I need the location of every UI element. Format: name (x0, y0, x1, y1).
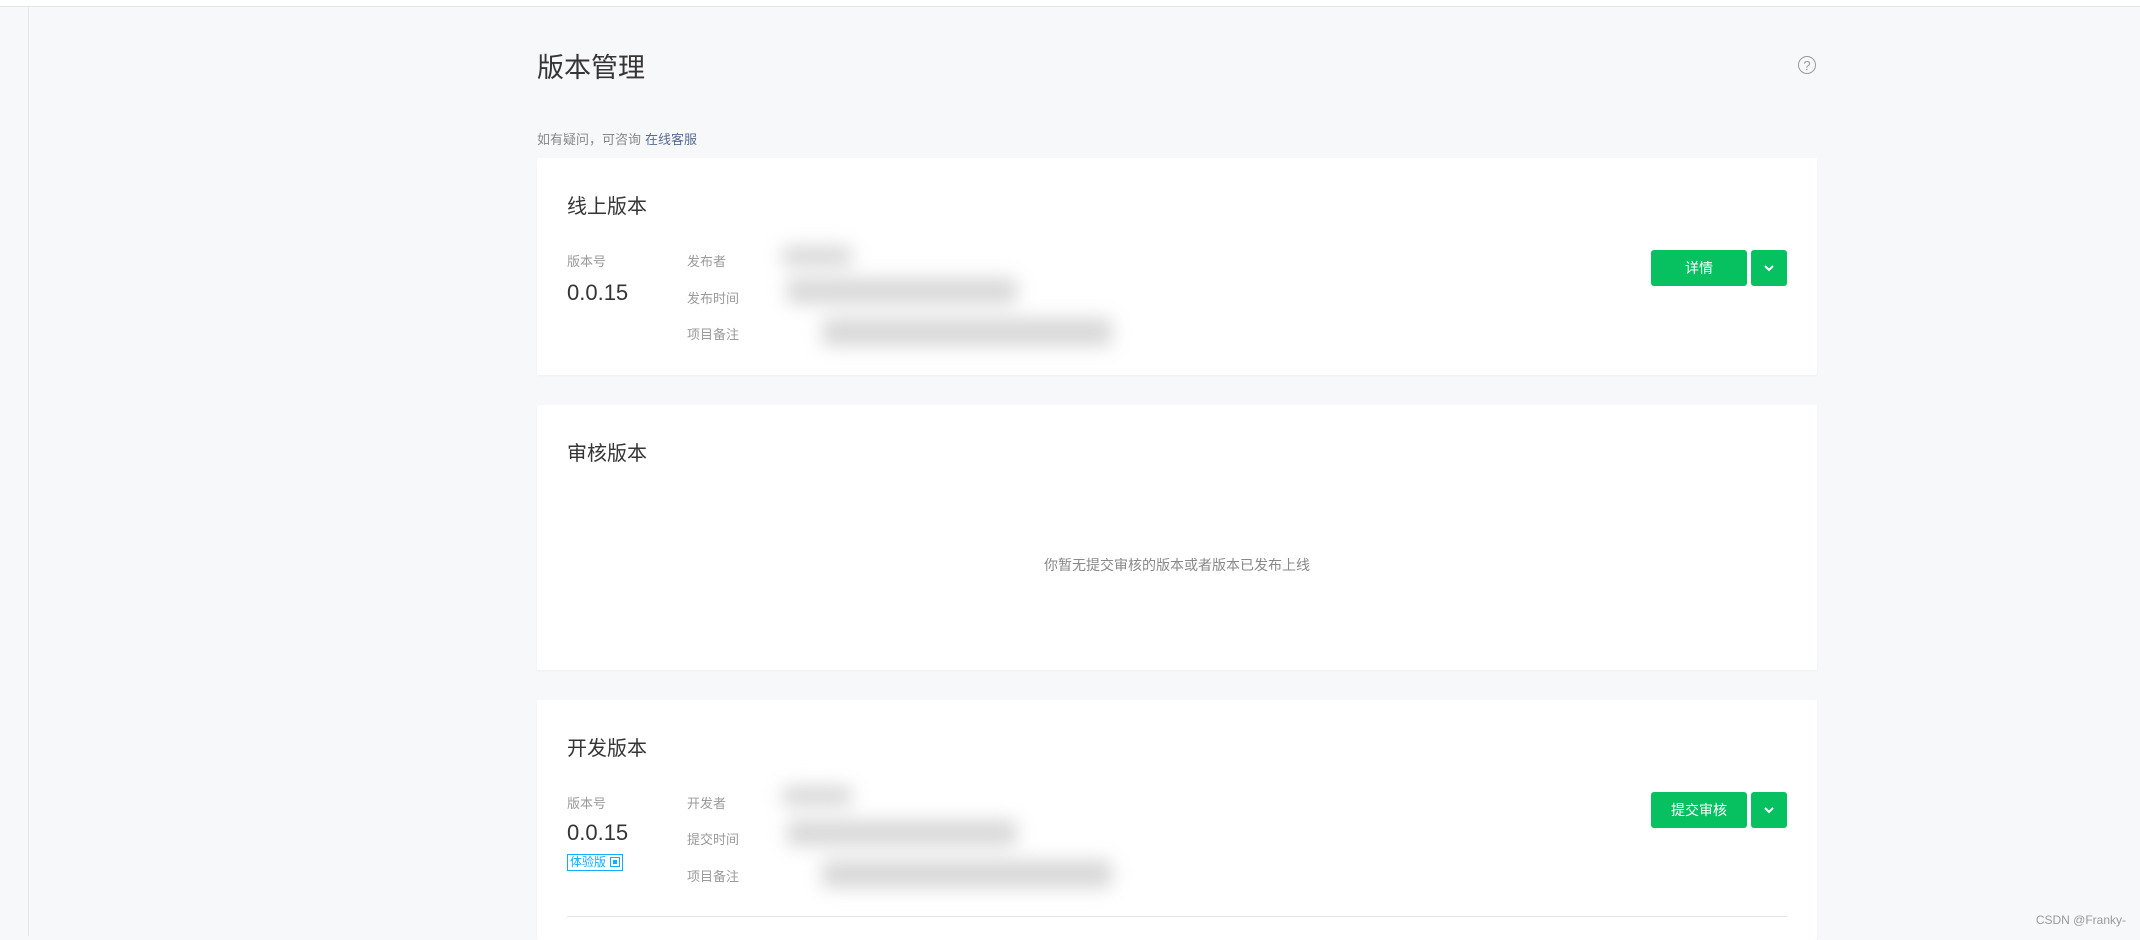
submit-time-label: 提交时间 (687, 832, 740, 847)
dev-version-number: 0.0.15 (567, 820, 629, 845)
submit-review-button[interactable]: 提交审核 (1651, 792, 1747, 828)
dev-version-title: 开发版本 (567, 738, 647, 760)
left-sidebar (0, 7, 29, 936)
review-empty-message: 你暂无提交审核的版本或者版本已发布上线 (1044, 557, 1310, 573)
online-version-title: 线上版本 (567, 196, 647, 218)
watermark: CSDN @Franky- (2035, 913, 2126, 927)
detail-button[interactable]: 详情 (1651, 250, 1747, 286)
review-version-title: 审核版本 (567, 443, 647, 465)
online-more-dropdown[interactable] (1751, 250, 1787, 286)
project-note-label: 项目备注 (687, 327, 740, 342)
trial-version-badge[interactable]: 体验版 (567, 854, 624, 871)
blurred-meta-values (772, 228, 1162, 363)
inquiry-text: 如有疑问，可咨询 (537, 132, 642, 147)
top-bar (0, 0, 2140, 7)
version-number-label: 版本号 (567, 254, 607, 269)
dev-version-number-label: 版本号 (567, 796, 607, 811)
version-number: 0.0.15 (567, 280, 629, 305)
dev-more-dropdown[interactable] (1751, 792, 1787, 828)
publish-time-label: 发布时间 (687, 291, 740, 306)
chevron-down-icon (1764, 265, 1774, 272)
publisher-label: 发布者 (687, 254, 727, 269)
trial-version-label: 体验版 (570, 855, 607, 869)
dev-project-note-label: 项目备注 (687, 869, 740, 884)
page-title: 版本管理 (537, 53, 645, 83)
chevron-down-icon (1764, 807, 1774, 814)
dev-card-divider (567, 916, 1787, 917)
qrcode-icon (610, 857, 621, 867)
online-service-link[interactable]: 在线客服 (645, 132, 697, 147)
review-version-card: 审核版本 你暂无提交审核的版本或者版本已发布上线 (537, 405, 1817, 670)
dev-version-card: 开发版本 版本号 0.0.15 体验版 开发者 提交时间 项目备注 提交审核 (537, 700, 1817, 940)
blurred-dev-meta-values (772, 768, 1162, 903)
online-version-card: 线上版本 版本号 0.0.15 发布者 发布时间 项目备注 详情 (537, 158, 1817, 375)
question-circle-icon[interactable]: ? (1798, 56, 1816, 74)
inquiry-line: 如有疑问，可咨询 在线客服 (537, 129, 697, 148)
developer-label: 开发者 (687, 796, 727, 811)
